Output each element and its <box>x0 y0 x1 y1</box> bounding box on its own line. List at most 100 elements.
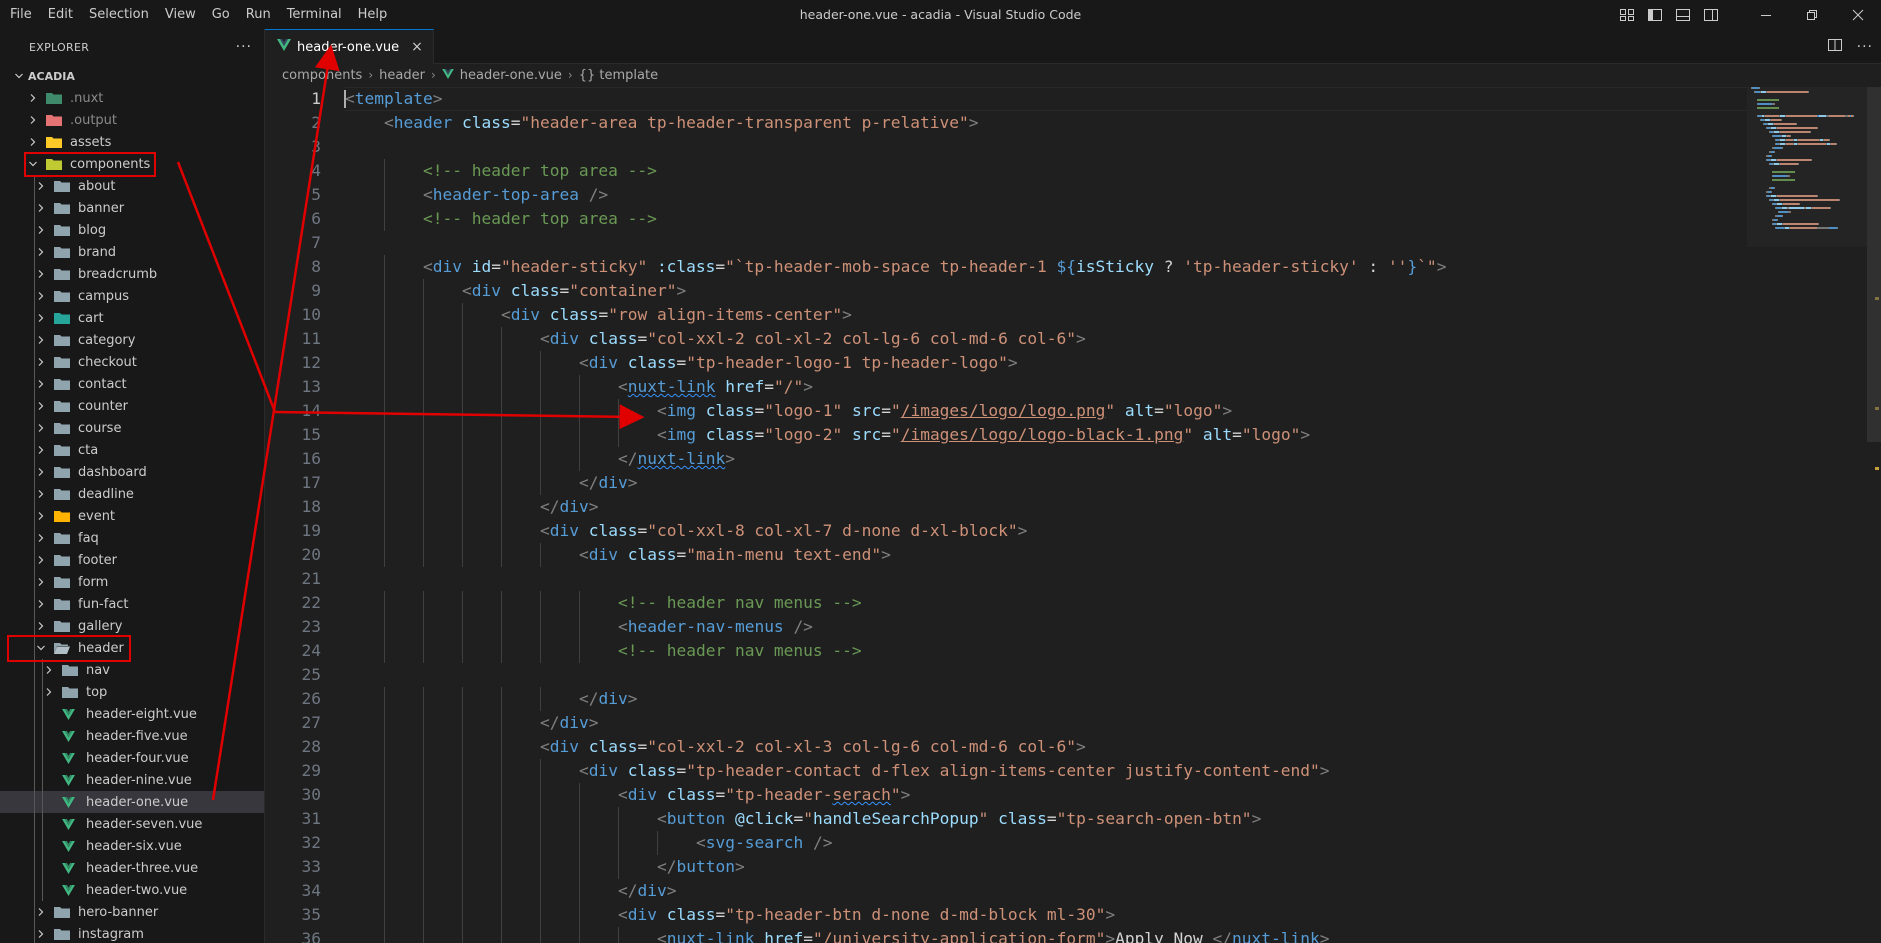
breadcrumb-item[interactable]: header <box>379 68 425 83</box>
code-line: 35 <div class="tp-header-btn d-none d-md-… <box>265 903 1881 927</box>
indent-guide <box>423 543 424 567</box>
minimap-stroke <box>1799 139 1818 141</box>
scrollbar-thumb[interactable] <box>1867 87 1881 442</box>
code-token: < <box>657 425 667 444</box>
restore-button[interactable] <box>1789 0 1835 29</box>
tree-folder-fun-fact[interactable]: fun-fact <box>0 593 264 615</box>
minimap[interactable] <box>1747 87 1867 247</box>
code-line: 2 <header class="header-area tp-header-tr… <box>265 111 1881 135</box>
code-token: < <box>579 545 589 564</box>
tree-folder-course[interactable]: course <box>0 417 264 439</box>
tree-item-label: .output <box>70 112 118 128</box>
tree-folder-components[interactable]: components <box>0 153 264 175</box>
tree-folder-form[interactable]: form <box>0 571 264 593</box>
menu-item-terminal[interactable]: Terminal <box>279 0 350 29</box>
tree-folder-faq[interactable]: faq <box>0 527 264 549</box>
vue-file-icon <box>62 747 82 769</box>
tree-folder-about[interactable]: about <box>0 175 264 197</box>
tree-file-header-five-vue[interactable]: header-five.vue <box>0 725 264 747</box>
indent-guide <box>462 303 463 327</box>
code-text: <div class="main-menu text-end"> <box>579 543 891 567</box>
tree-file-header-two-vue[interactable]: header-two.vue <box>0 879 264 901</box>
minimize-button[interactable] <box>1743 0 1789 29</box>
menu-item-run[interactable]: Run <box>238 0 279 29</box>
menu-item-go[interactable]: Go <box>204 0 238 29</box>
minimap-stroke <box>1772 179 1795 181</box>
tree-folder-brand[interactable]: brand <box>0 241 264 263</box>
tree-folder-header[interactable]: header <box>0 637 264 659</box>
tree-file-header-six-vue[interactable]: header-six.vue <box>0 835 264 857</box>
indent-guide <box>501 327 502 351</box>
minimap-stroke <box>1782 215 1783 217</box>
code-token: class <box>588 737 638 756</box>
tree-file-header-three-vue[interactable]: header-three.vue <box>0 857 264 879</box>
tree-folder-assets[interactable]: assets <box>0 131 264 153</box>
tree-folder-dashboard[interactable]: dashboard <box>0 461 264 483</box>
menu-item-view[interactable]: View <box>157 0 204 29</box>
breadcrumb-item[interactable]: components <box>282 68 362 83</box>
chevron-right-icon <box>42 659 56 681</box>
menu-item-file[interactable]: File <box>2 0 40 29</box>
minimap-stroke <box>1779 211 1788 213</box>
toggle-primary-sidebar-icon[interactable] <box>1641 0 1669 29</box>
indent-guide <box>423 687 424 711</box>
tree-root[interactable]: ACADIA <box>0 65 264 87</box>
tree-file-header-one-vue[interactable]: header-one.vue <box>0 791 264 813</box>
tree-folder-gallery[interactable]: gallery <box>0 615 264 637</box>
breadcrumb-item[interactable]: {} template <box>579 68 658 83</box>
menu-item-selection[interactable]: Selection <box>81 0 157 29</box>
tree-folder-top[interactable]: top <box>0 681 264 703</box>
breadcrumb-item[interactable]: header-one.vue <box>460 68 562 83</box>
more-editor-actions-icon[interactable]: ··· <box>1857 39 1873 55</box>
tree-folder-deadline[interactable]: deadline <box>0 483 264 505</box>
tree-folder-nav[interactable]: nav <box>0 659 264 681</box>
toggle-secondary-sidebar-icon[interactable] <box>1697 0 1725 29</box>
tree-folder-nuxt[interactable]: .nuxt <box>0 87 264 109</box>
menu-item-help[interactable]: Help <box>350 0 396 29</box>
indent-guide <box>384 279 385 303</box>
toggle-panel-icon[interactable] <box>1669 0 1697 29</box>
tree-folder-output[interactable]: .output <box>0 109 264 131</box>
code-token: < <box>423 257 433 276</box>
tree-folder-checkout[interactable]: checkout <box>0 351 264 373</box>
tree-folder-instagram[interactable]: instagram <box>0 923 264 943</box>
tree-folder-cta[interactable]: cta <box>0 439 264 461</box>
indent-guide <box>462 711 463 735</box>
tree-file-header-eight-vue[interactable]: header-eight.vue <box>0 703 264 725</box>
tree-file-header-seven-vue[interactable]: header-seven.vue <box>0 813 264 835</box>
tree-folder-footer[interactable]: footer <box>0 549 264 571</box>
tab-header-one-vue[interactable]: header-one.vue × <box>265 29 434 64</box>
close-window-button[interactable] <box>1835 0 1881 29</box>
tree-folder-banner[interactable]: banner <box>0 197 264 219</box>
tree-file-header-nine-vue[interactable]: header-nine.vue <box>0 769 264 791</box>
tree-folder-contact[interactable]: contact <box>0 373 264 395</box>
code-token: '' <box>1387 257 1408 276</box>
code-token: < <box>618 905 628 924</box>
tree-folder-campus[interactable]: campus <box>0 285 264 307</box>
code-token: < <box>618 617 628 636</box>
code-area[interactable]: 1 <template> 2 <header class="header-area t… <box>265 87 1881 943</box>
close-tab-icon[interactable]: × <box>411 39 423 55</box>
tree-folder-event[interactable]: event <box>0 505 264 527</box>
tree-folder-breadcrumb[interactable]: breadcrumb <box>0 263 264 285</box>
code-line: 21 <box>265 567 1881 591</box>
tree-folder-blog[interactable]: blog <box>0 219 264 241</box>
vue-file-icon <box>62 835 82 857</box>
minimap-stroke <box>1818 223 1819 225</box>
code-line: 25 <box>265 663 1881 687</box>
code-token: "header-area tp-header-transparent p-rel… <box>520 113 969 132</box>
menu-item-edit[interactable]: Edit <box>40 0 81 29</box>
tree-folder-category[interactable]: category <box>0 329 264 351</box>
tree-file-header-four-vue[interactable]: header-four.vue <box>0 747 264 769</box>
folder-icon <box>54 263 74 285</box>
customize-layout-icon[interactable] <box>1613 0 1641 29</box>
split-editor-icon[interactable] <box>1827 37 1843 57</box>
tree-folder-cart[interactable]: cart <box>0 307 264 329</box>
line-number: 19 <box>301 521 322 540</box>
tree-folder-hero-banner[interactable]: hero-banner <box>0 901 264 923</box>
code-token: > <box>1222 401 1233 420</box>
tree-folder-counter[interactable]: counter <box>0 395 264 417</box>
more-actions-icon[interactable]: ··· <box>236 39 252 55</box>
